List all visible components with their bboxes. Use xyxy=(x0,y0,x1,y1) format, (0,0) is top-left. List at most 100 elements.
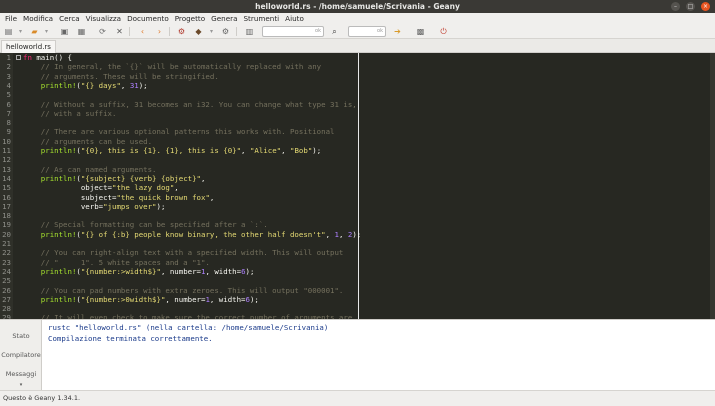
back-icon[interactable]: ‹ xyxy=(137,26,148,37)
line-number: 13 xyxy=(2,164,11,174)
code-token-plain: , xyxy=(201,173,206,183)
save-icon[interactable]: ▣ xyxy=(59,26,70,37)
reload-icon[interactable]: ⟳ xyxy=(97,26,108,37)
line-code: // As can named arguments. xyxy=(23,165,157,174)
code-token-string: "{number:>0width$}" xyxy=(80,294,166,304)
code-token-plain: ); xyxy=(138,80,148,90)
code-token-string: "Alice" xyxy=(249,146,282,155)
line-number: 20 xyxy=(2,229,11,239)
color-chooser-icon[interactable]: ▩ xyxy=(415,26,426,37)
menu-documento[interactable]: Documento xyxy=(124,13,172,24)
new-file-icon[interactable]: ▤ xyxy=(3,26,14,37)
dropdown-arrow-icon[interactable]: ▾ xyxy=(206,26,217,37)
code-token-keyword: fn xyxy=(23,53,37,62)
execute-icon[interactable]: ⚙ xyxy=(220,26,231,37)
line-code: // with a suffix. xyxy=(23,108,117,118)
goto-line-icon[interactable]: ➔ xyxy=(392,26,403,37)
menu-cerca[interactable]: Cerca xyxy=(56,13,83,24)
code-token-macro: println! xyxy=(23,229,77,239)
forward-icon[interactable]: › xyxy=(154,26,165,37)
menu-visualizza[interactable]: Visualizza xyxy=(83,13,124,24)
dropdown-arrow-icon[interactable]: ▾ xyxy=(41,26,52,37)
line-code: // arguments can be used. xyxy=(23,137,152,146)
message-tabs: Stato Compilatore Messaggi ▾ xyxy=(0,320,42,391)
fold-marker-icon[interactable] xyxy=(16,55,21,60)
line-number: 21 xyxy=(2,239,11,248)
code-token-plain: ); xyxy=(245,266,255,276)
code-token-comment: // There are various optional patterns t… xyxy=(23,127,335,137)
line-number: 4 xyxy=(6,80,11,90)
code-token-plain: ); xyxy=(312,146,322,155)
tab-compilatore[interactable]: Compilatore xyxy=(0,351,42,359)
close-icon[interactable]: × xyxy=(701,2,710,11)
menu-genera[interactable]: Genera xyxy=(208,13,240,24)
line-code: println!("{} days", 31); xyxy=(23,81,148,90)
menu-modifica[interactable]: Modifica xyxy=(20,13,56,24)
document-tab-bar: helloworld.rs xyxy=(0,39,715,53)
line-code: verb="jumps over"); xyxy=(23,201,166,211)
open-folder-icon[interactable]: ▰ xyxy=(29,26,40,37)
code-token-plain: , xyxy=(325,229,335,239)
line-number: 10 xyxy=(2,136,11,146)
line-number: 1 xyxy=(6,53,11,62)
search-input[interactable]: ok xyxy=(262,26,324,37)
code-editor[interactable]: 1 fn main() {2 // In general, the `{}` wi… xyxy=(0,53,715,319)
goto-line-input[interactable]: ok xyxy=(348,26,386,37)
line-code: println!("{} of {:b} people know binary,… xyxy=(23,230,361,239)
menu-progetto[interactable]: Progetto xyxy=(172,13,208,24)
compile-icon[interactable]: ⚙ xyxy=(176,26,187,37)
preferences-icon[interactable]: ▥ xyxy=(244,26,255,37)
long-line-marker xyxy=(358,53,359,319)
code-token-comment: // Special formatting can be specified a… xyxy=(23,220,268,230)
menu-aiuto[interactable]: Aiuto xyxy=(282,13,307,24)
code-token-macro: println! xyxy=(23,173,77,183)
dropdown-arrow-icon[interactable]: ▾ xyxy=(15,26,26,37)
title-bar: helloworld.rs - /home/samuele/Scrivania … xyxy=(0,0,715,13)
line-code: // Special formatting can be specified a… xyxy=(23,220,268,229)
compiler-result-line: Compilazione terminata correttamente. xyxy=(48,334,213,343)
quit-icon[interactable]: ⏻ xyxy=(438,26,449,37)
line-number: 27 xyxy=(2,294,11,304)
maximize-icon[interactable]: □ xyxy=(686,2,695,11)
line-code: // You can pad numbers with extra zeroes… xyxy=(23,286,344,295)
build-icon[interactable]: ◆ xyxy=(193,26,204,37)
code-token-comment: // with a suffix. xyxy=(23,108,117,118)
line-code: // Without a suffix, 31 becomes an i32. … xyxy=(23,100,357,109)
scroll-down-icon[interactable]: ▾ xyxy=(0,382,42,388)
code-token-plain: , width= xyxy=(209,294,246,304)
code-token-plain: , number= xyxy=(160,266,201,276)
code-token-string: "{subject} {verb} {object}" xyxy=(80,173,201,183)
line-code: object="the lazy dog", xyxy=(23,183,179,192)
line-number: 7 xyxy=(6,108,11,118)
code-token-macro: println! xyxy=(23,294,77,304)
line-code: // You can right-align text with a speci… xyxy=(23,248,344,257)
close-file-icon[interactable]: ✕ xyxy=(114,26,125,37)
line-code: fn main() { xyxy=(23,53,72,62)
code-token-string: "{0}, this is {1}. {1}, this is {0}" xyxy=(80,146,242,155)
menu-strumenti[interactable]: Strumenti xyxy=(240,13,282,24)
code-token-plain: ); xyxy=(352,229,362,239)
editor-scrollbar[interactable] xyxy=(710,53,715,319)
tab-helloworld-rs[interactable]: helloworld.rs xyxy=(1,40,56,53)
code-token-plain: main() { xyxy=(36,53,72,62)
tab-stato[interactable]: Stato xyxy=(0,332,42,340)
menu-file[interactable]: File xyxy=(2,13,20,24)
menu-bar: File Modifica Cerca Visualizza Documento… xyxy=(0,13,715,24)
code-token-plain: , xyxy=(241,146,250,155)
minimize-icon[interactable]: – xyxy=(671,2,680,11)
code-token-plain: , xyxy=(338,229,348,239)
status-bar: Questo è Geany 1.34.1. xyxy=(0,390,715,406)
code-token-string: "Bob" xyxy=(290,146,313,155)
search-icon[interactable]: ⌕ xyxy=(329,26,340,37)
code-token-macro: println! xyxy=(23,146,77,155)
line-code: println!("{number:>width$}", number=1, w… xyxy=(23,266,255,276)
code-token-string: "jumps over" xyxy=(103,201,157,211)
tab-messaggi[interactable]: Messaggi xyxy=(0,370,42,378)
code-token-string: "{number:>width$}" xyxy=(80,266,161,276)
line-number: 24 xyxy=(2,266,11,276)
code-token-plain: object= xyxy=(23,183,112,193)
toolbar-separator xyxy=(129,27,130,36)
save-all-icon[interactable]: ▦ xyxy=(76,26,87,37)
line-number: 9 xyxy=(6,127,11,137)
code-token-plain: , xyxy=(209,192,215,202)
